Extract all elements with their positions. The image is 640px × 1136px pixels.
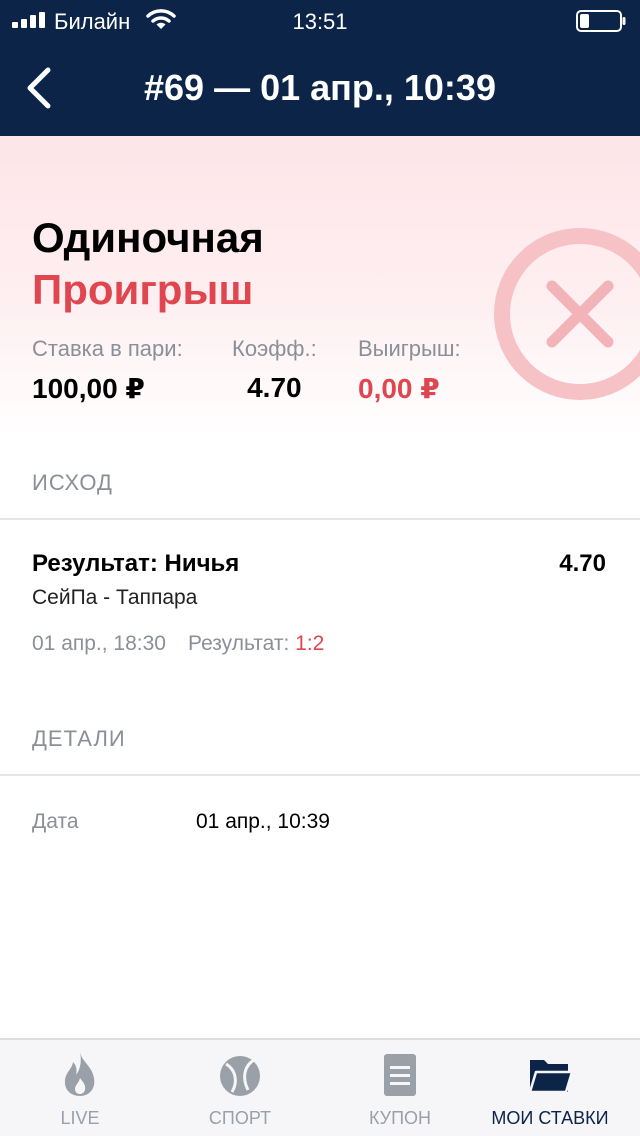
stake-stat: Ставка в пари: 100,00 ₽ bbox=[32, 336, 183, 405]
stake-label: Ставка в пари: bbox=[32, 336, 183, 361]
stake-value: 100,00 ₽ bbox=[32, 373, 145, 404]
outcome-section-header: ИСХОД bbox=[32, 470, 113, 495]
chevron-left-icon[interactable] bbox=[22, 66, 56, 110]
bet-type: Одиночная bbox=[32, 214, 264, 261]
tab-label-coupon: КУПОН bbox=[368, 1108, 432, 1128]
outcome-name: Результат: Ничья bbox=[32, 550, 240, 577]
event-name: СейПа - Таппара bbox=[32, 586, 198, 609]
tab-coupon[interactable]: КУПОН bbox=[320, 1040, 480, 1136]
divider bbox=[0, 774, 640, 776]
tab-label-live: LIVE bbox=[60, 1108, 100, 1128]
status-bar: Билайн 13:51 bbox=[0, 0, 640, 40]
coupon-icon bbox=[384, 1054, 416, 1096]
payout-stat: Выигрыш: 0,00 ₽ bbox=[358, 336, 461, 405]
flame-icon bbox=[64, 1052, 95, 1096]
bet-status: Проигрыш bbox=[32, 266, 254, 313]
tab-label-sport: СПОРТ bbox=[208, 1108, 272, 1128]
payout-label: Выигрыш: bbox=[358, 336, 461, 361]
result-score: 1:2 bbox=[295, 632, 325, 655]
status-time: 13:51 bbox=[292, 9, 348, 34]
page-title: #69 — 01 апр., 10:39 bbox=[144, 67, 496, 108]
date-value: 01 апр., 10:39 bbox=[196, 810, 330, 833]
bet-summary: Одиночная Проигрыш Ставка в пари: 100,00… bbox=[0, 136, 640, 436]
result-label: Результат: bbox=[187, 632, 290, 655]
odds-value: 4.70 bbox=[247, 372, 302, 403]
odds-label: Коэфф.: bbox=[232, 336, 317, 361]
details-section-header: ДЕТАЛИ bbox=[32, 726, 126, 751]
tab-my-bets[interactable]: МОИ СТАВКИ bbox=[460, 1040, 640, 1136]
navigation-bar: #69 — 01 апр., 10:39 bbox=[0, 40, 640, 136]
odds-stat: Коэфф.: 4.70 bbox=[232, 336, 317, 404]
outcome-odd: 4.70 bbox=[559, 550, 606, 577]
payout-value: 0,00 ₽ bbox=[358, 373, 440, 404]
divider bbox=[0, 518, 640, 520]
folder-icon bbox=[528, 1060, 572, 1094]
event-meta: 01 апр., 18:30 Результат: 1:2 bbox=[32, 632, 324, 656]
tab-bar: LIVE СПОРТ КУПОН МОИ СТАВКИ bbox=[0, 1038, 640, 1136]
ball-icon bbox=[220, 1056, 260, 1096]
tab-label-my-bets: МОИ СТАВКИ bbox=[491, 1108, 609, 1128]
close-circle-icon bbox=[494, 228, 640, 400]
tab-live[interactable]: LIVE bbox=[0, 1040, 160, 1136]
date-label: Дата bbox=[32, 810, 79, 833]
battery-icon bbox=[576, 10, 626, 32]
event-datetime: 01 апр., 18:30 bbox=[32, 632, 166, 655]
tab-sport[interactable]: СПОРТ bbox=[160, 1040, 320, 1136]
